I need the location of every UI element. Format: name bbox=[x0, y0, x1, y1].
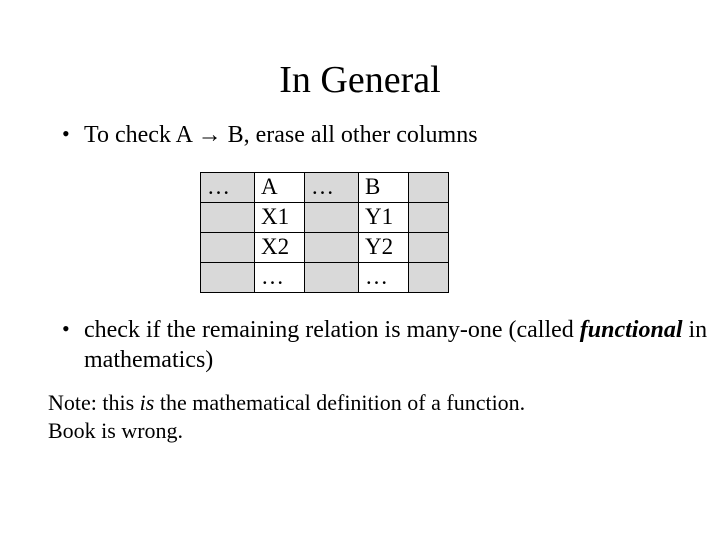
note-line2: Book is wrong. bbox=[48, 418, 183, 443]
cell-r1c2: A bbox=[255, 173, 305, 203]
arrow-icon: → bbox=[198, 121, 222, 148]
cell-r1c3: … bbox=[305, 173, 359, 203]
bullet-list-2: check if the remaining relation is many-… bbox=[62, 315, 720, 375]
table-container: … A … B X1 Y1 X2 Y2 … bbox=[200, 172, 720, 293]
cell-r1c4: B bbox=[359, 173, 409, 203]
cell-r3c3 bbox=[305, 233, 359, 263]
cell-r3c5 bbox=[409, 233, 449, 263]
slide: In General To check A → B, erase all oth… bbox=[0, 0, 720, 540]
cell-r4c4: … bbox=[359, 263, 409, 293]
cell-r3c4: Y2 bbox=[359, 233, 409, 263]
bullet-2: check if the remaining relation is many-… bbox=[62, 315, 720, 375]
cell-r2c1 bbox=[201, 203, 255, 233]
relation-table: … A … B X1 Y1 X2 Y2 … bbox=[200, 172, 449, 293]
cell-r4c5 bbox=[409, 263, 449, 293]
cell-r2c5 bbox=[409, 203, 449, 233]
table-row: X2 Y2 bbox=[201, 233, 449, 263]
table-row: … … bbox=[201, 263, 449, 293]
table-row: X1 Y1 bbox=[201, 203, 449, 233]
cell-r3c1 bbox=[201, 233, 255, 263]
cell-r2c4: Y1 bbox=[359, 203, 409, 233]
cell-r1c5 bbox=[409, 173, 449, 203]
bullet-1: To check A → B, erase all other columns bbox=[62, 120, 720, 150]
cell-r1c1: … bbox=[201, 173, 255, 203]
cell-r2c2: X1 bbox=[255, 203, 305, 233]
bullet-2-emph: functional bbox=[580, 317, 683, 343]
note-line1b: the mathematical definition of a functio… bbox=[160, 390, 525, 415]
bullet-1-prefix: To check A bbox=[84, 122, 198, 148]
slide-title: In General bbox=[0, 0, 720, 120]
cell-r3c2: X2 bbox=[255, 233, 305, 263]
note-line1a: Note: this bbox=[48, 390, 140, 415]
cell-r4c1 bbox=[201, 263, 255, 293]
cell-r4c2: … bbox=[255, 263, 305, 293]
cell-r4c3 bbox=[305, 263, 359, 293]
cell-r2c3 bbox=[305, 203, 359, 233]
note-is: is bbox=[140, 390, 160, 415]
bullet-2-part1: check if the remaining relation is many-… bbox=[84, 317, 580, 343]
bullet-1-suffix: B, erase all other columns bbox=[222, 122, 478, 148]
bullet-list-1: To check A → B, erase all other columns bbox=[62, 120, 720, 150]
note-block: Note: this is the mathematical definitio… bbox=[48, 389, 648, 444]
table-row: … A … B bbox=[201, 173, 449, 203]
